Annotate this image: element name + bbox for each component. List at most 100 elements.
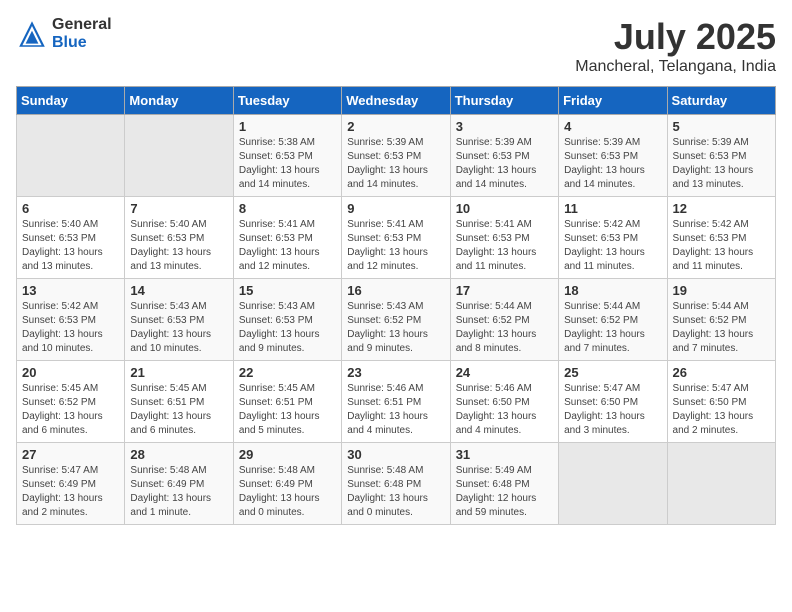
day-info: Sunrise: 5:40 AM Sunset: 6:53 PM Dayligh…: [22, 218, 119, 274]
calendar-cell: 24 Sunrise: 5:46 AM Sunset: 6:50 PM Dayli…: [450, 361, 558, 443]
calendar-cell: 10 Sunrise: 5:41 AM Sunset: 6:53 PM Dayli…: [450, 197, 558, 279]
day-info: Sunrise: 5:41 AM Sunset: 6:53 PM Dayligh…: [347, 218, 444, 274]
day-info: Sunrise: 5:39 AM Sunset: 6:53 PM Dayligh…: [673, 136, 770, 192]
day-number: 25: [564, 365, 661, 380]
day-number: 28: [130, 447, 227, 462]
header-thursday: Thursday: [450, 87, 558, 115]
day-number: 27: [22, 447, 119, 462]
location-title: Mancheral, Telangana, India: [575, 58, 776, 76]
calendar-cell: 26 Sunrise: 5:47 AM Sunset: 6:50 PM Dayli…: [667, 361, 775, 443]
day-number: 24: [456, 365, 553, 380]
day-info: Sunrise: 5:47 AM Sunset: 6:49 PM Dayligh…: [22, 464, 119, 520]
calendar-cell: 18 Sunrise: 5:44 AM Sunset: 6:52 PM Dayli…: [559, 279, 667, 361]
header-sunday: Sunday: [17, 87, 125, 115]
calendar-cell: 9 Sunrise: 5:41 AM Sunset: 6:53 PM Daylig…: [342, 197, 450, 279]
calendar-cell: 30 Sunrise: 5:48 AM Sunset: 6:48 PM Dayli…: [342, 443, 450, 525]
day-info: Sunrise: 5:47 AM Sunset: 6:50 PM Dayligh…: [673, 382, 770, 438]
calendar-cell: 15Sunrise: 5:43 AM Sunset: 6:53 PM Dayli…: [233, 279, 341, 361]
calendar-cell: 20 Sunrise: 5:45 AM Sunset: 6:52 PM Dayli…: [17, 361, 125, 443]
day-info: Sunrise: 5:38 AM Sunset: 6:53 PM Dayligh…: [239, 136, 336, 192]
calendar-cell: 3 Sunrise: 5:39 AM Sunset: 6:53 PM Daylig…: [450, 115, 558, 197]
day-number: 8: [239, 201, 336, 216]
calendar-cell: 22 Sunrise: 5:45 AM Sunset: 6:51 PM Dayli…: [233, 361, 341, 443]
calendar-cell: 27 Sunrise: 5:47 AM Sunset: 6:49 PM Dayli…: [17, 443, 125, 525]
day-number: 5: [673, 119, 770, 134]
logo-icon: [16, 18, 48, 50]
day-number: 3: [456, 119, 553, 134]
week-row-3: 13Sunrise: 5:42 AM Sunset: 6:53 PM Dayli…: [17, 279, 776, 361]
day-info: Sunrise: 5:49 AM Sunset: 6:48 PM Dayligh…: [456, 464, 553, 520]
month-title: July 2025: [575, 16, 776, 58]
day-number: 18: [564, 283, 661, 298]
calendar-cell: 19 Sunrise: 5:44 AM Sunset: 6:52 PM Dayli…: [667, 279, 775, 361]
week-row-4: 20 Sunrise: 5:45 AM Sunset: 6:52 PM Dayli…: [17, 361, 776, 443]
day-number: 2: [347, 119, 444, 134]
day-number: 19: [673, 283, 770, 298]
day-number: 10: [456, 201, 553, 216]
day-number: 20: [22, 365, 119, 380]
calendar-cell: 11Sunrise: 5:42 AM Sunset: 6:53 PM Dayli…: [559, 197, 667, 279]
day-info: Sunrise: 5:46 AM Sunset: 6:50 PM Dayligh…: [456, 382, 553, 438]
day-info: Sunrise: 5:45 AM Sunset: 6:51 PM Dayligh…: [239, 382, 336, 438]
calendar-cell: 14Sunrise: 5:43 AM Sunset: 6:53 PM Dayli…: [125, 279, 233, 361]
logo-general-label: General: [52, 16, 112, 34]
calendar-cell: 21 Sunrise: 5:45 AM Sunset: 6:51 PM Dayli…: [125, 361, 233, 443]
day-number: 21: [130, 365, 227, 380]
day-info: Sunrise: 5:44 AM Sunset: 6:52 PM Dayligh…: [456, 300, 553, 356]
calendar-cell: 13Sunrise: 5:42 AM Sunset: 6:53 PM Dayli…: [17, 279, 125, 361]
day-number: 30: [347, 447, 444, 462]
day-info: Sunrise: 5:40 AM Sunset: 6:53 PM Dayligh…: [130, 218, 227, 274]
day-number: 9: [347, 201, 444, 216]
day-info: Sunrise: 5:45 AM Sunset: 6:51 PM Dayligh…: [130, 382, 227, 438]
calendar-cell: 6 Sunrise: 5:40 AM Sunset: 6:53 PM Daylig…: [17, 197, 125, 279]
calendar-cell: 23 Sunrise: 5:46 AM Sunset: 6:51 PM Dayli…: [342, 361, 450, 443]
week-row-5: 27 Sunrise: 5:47 AM Sunset: 6:49 PM Dayli…: [17, 443, 776, 525]
day-number: 29: [239, 447, 336, 462]
day-number: 17: [456, 283, 553, 298]
day-number: 26: [673, 365, 770, 380]
day-info: Sunrise: 5:44 AM Sunset: 6:52 PM Dayligh…: [673, 300, 770, 356]
day-number: 11: [564, 201, 661, 216]
calendar-table: SundayMondayTuesdayWednesdayThursdayFrid…: [16, 86, 776, 525]
day-info: Sunrise: 5:48 AM Sunset: 6:49 PM Dayligh…: [239, 464, 336, 520]
header-saturday: Saturday: [667, 87, 775, 115]
calendar-cell: [667, 443, 775, 525]
day-info: Sunrise: 5:46 AM Sunset: 6:51 PM Dayligh…: [347, 382, 444, 438]
day-info: Sunrise: 5:45 AM Sunset: 6:52 PM Dayligh…: [22, 382, 119, 438]
header-wednesday: Wednesday: [342, 87, 450, 115]
calendar-cell: 25Sunrise: 5:47 AM Sunset: 6:50 PM Dayli…: [559, 361, 667, 443]
calendar-cell: 8 Sunrise: 5:41 AM Sunset: 6:53 PM Daylig…: [233, 197, 341, 279]
day-info: Sunrise: 5:44 AM Sunset: 6:52 PM Dayligh…: [564, 300, 661, 356]
day-info: Sunrise: 5:41 AM Sunset: 6:53 PM Dayligh…: [239, 218, 336, 274]
calendar-cell: 2 Sunrise: 5:39 AM Sunset: 6:53 PM Daylig…: [342, 115, 450, 197]
day-info: Sunrise: 5:43 AM Sunset: 6:52 PM Dayligh…: [347, 300, 444, 356]
day-number: 12: [673, 201, 770, 216]
day-info: Sunrise: 5:43 AM Sunset: 6:53 PM Dayligh…: [239, 300, 336, 356]
day-number: 4: [564, 119, 661, 134]
calendar-cell: 28 Sunrise: 5:48 AM Sunset: 6:49 PM Dayli…: [125, 443, 233, 525]
day-info: Sunrise: 5:39 AM Sunset: 6:53 PM Dayligh…: [564, 136, 661, 192]
week-row-2: 6 Sunrise: 5:40 AM Sunset: 6:53 PM Daylig…: [17, 197, 776, 279]
logo-text: General Blue: [52, 16, 112, 51]
day-info: Sunrise: 5:48 AM Sunset: 6:48 PM Dayligh…: [347, 464, 444, 520]
day-number: 7: [130, 201, 227, 216]
calendar-cell: 16 Sunrise: 5:43 AM Sunset: 6:52 PM Dayli…: [342, 279, 450, 361]
day-number: 22: [239, 365, 336, 380]
day-number: 13: [22, 283, 119, 298]
day-number: 1: [239, 119, 336, 134]
day-info: Sunrise: 5:41 AM Sunset: 6:53 PM Dayligh…: [456, 218, 553, 274]
calendar-cell: 7 Sunrise: 5:40 AM Sunset: 6:53 PM Daylig…: [125, 197, 233, 279]
day-info: Sunrise: 5:39 AM Sunset: 6:53 PM Dayligh…: [347, 136, 444, 192]
day-info: Sunrise: 5:43 AM Sunset: 6:53 PM Dayligh…: [130, 300, 227, 356]
day-number: 23: [347, 365, 444, 380]
calendar-cell: 4 Sunrise: 5:39 AM Sunset: 6:53 PM Daylig…: [559, 115, 667, 197]
calendar-cell: 29 Sunrise: 5:48 AM Sunset: 6:49 PM Dayli…: [233, 443, 341, 525]
day-info: Sunrise: 5:48 AM Sunset: 6:49 PM Dayligh…: [130, 464, 227, 520]
week-row-1: 1 Sunrise: 5:38 AM Sunset: 6:53 PM Daylig…: [17, 115, 776, 197]
header-tuesday: Tuesday: [233, 87, 341, 115]
day-info: Sunrise: 5:39 AM Sunset: 6:53 PM Dayligh…: [456, 136, 553, 192]
logo: General Blue: [16, 16, 112, 51]
day-number: 16: [347, 283, 444, 298]
calendar-cell: [125, 115, 233, 197]
day-number: 6: [22, 201, 119, 216]
